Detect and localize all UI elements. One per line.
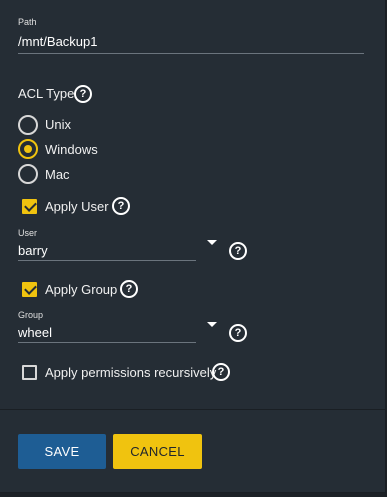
acl-form-panel: Path /mnt/Backup1 ACL Type ? Unix Window… <box>0 0 386 493</box>
acl-type-label: ACL Type <box>18 86 75 101</box>
recursive-help-icon[interactable]: ? <box>212 363 230 381</box>
acl-type-help-icon[interactable]: ? <box>74 85 92 103</box>
apply-user-help-icon[interactable]: ? <box>112 197 130 215</box>
apply-group-help-icon[interactable]: ? <box>120 280 138 298</box>
group-help-icon[interactable]: ? <box>229 324 247 342</box>
recursive-label[interactable]: Apply permissions recursively <box>45 365 216 380</box>
recursive-checkbox[interactable] <box>22 365 37 380</box>
actions-divider <box>0 409 385 410</box>
apply-user-checkbox[interactable] <box>22 199 37 214</box>
path-underline <box>18 53 364 54</box>
radio-windows[interactable] <box>18 139 38 159</box>
user-dropdown-caret-icon[interactable] <box>207 240 217 245</box>
radio-mac[interactable] <box>18 164 38 184</box>
group-select[interactable]: wheel <box>18 325 52 340</box>
user-label: User <box>18 228 38 238</box>
group-dropdown-caret-icon[interactable] <box>207 322 217 327</box>
group-underline <box>18 342 196 343</box>
user-select[interactable]: barry <box>18 243 48 258</box>
save-button[interactable]: SAVE <box>18 434 106 469</box>
radio-unix[interactable] <box>18 115 38 135</box>
user-help-icon[interactable]: ? <box>229 242 247 260</box>
radio-unix-label[interactable]: Unix <box>45 117 71 132</box>
apply-group-checkbox[interactable] <box>22 282 37 297</box>
group-label: Group <box>18 310 44 320</box>
path-label: Path <box>18 17 37 27</box>
path-field[interactable]: /mnt/Backup1 <box>18 34 98 49</box>
radio-windows-label[interactable]: Windows <box>45 142 98 157</box>
radio-mac-label[interactable]: Mac <box>45 167 70 182</box>
apply-user-label[interactable]: Apply User <box>45 199 109 214</box>
user-underline <box>18 260 196 261</box>
apply-group-label[interactable]: Apply Group <box>45 282 117 297</box>
cancel-button[interactable]: CANCEL <box>113 434 202 469</box>
